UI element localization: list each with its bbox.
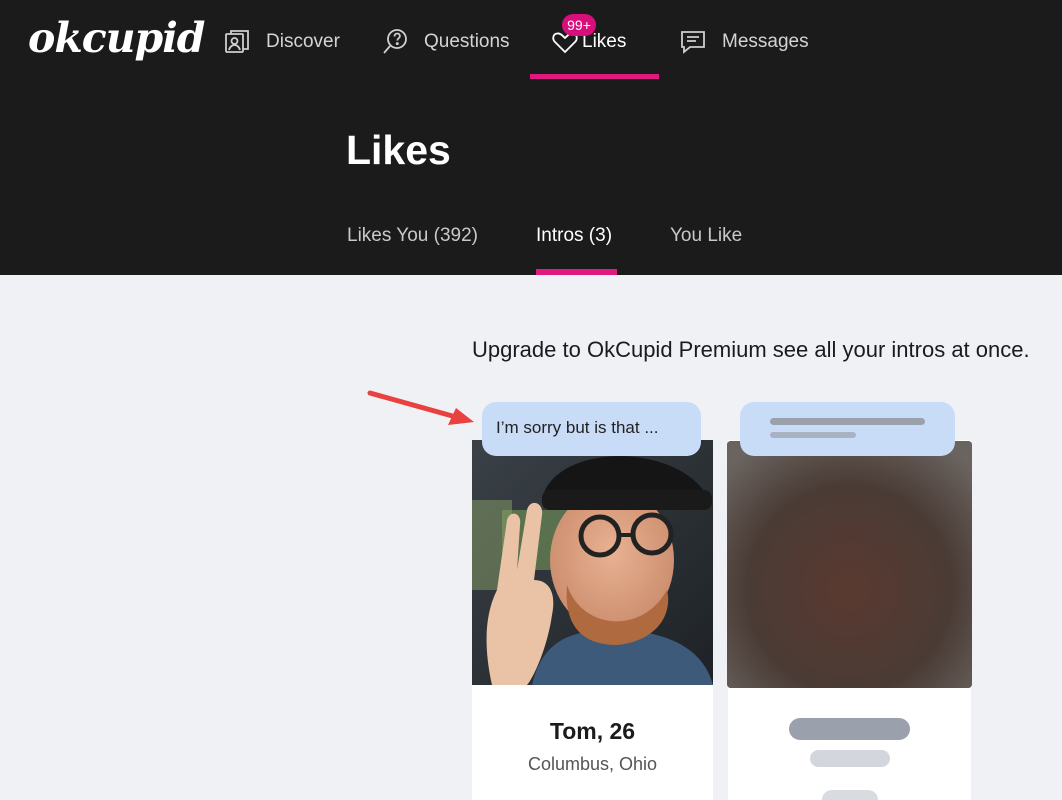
- intro-message-bubble[interactable]: I’m sorry but is that ...: [482, 402, 701, 456]
- tab-you-like[interactable]: You Like: [670, 225, 742, 247]
- page-title: Likes: [346, 127, 451, 173]
- question-bubble-icon: [380, 27, 410, 57]
- upgrade-message: Upgrade to OkCupid Premium see all your …: [472, 337, 1030, 362]
- okcupid-logo[interactable]: okcupid: [28, 14, 205, 62]
- message-bubble-icon: [678, 27, 708, 57]
- placeholder-line: [770, 432, 856, 438]
- blurred-profile-photo[interactable]: [727, 441, 972, 688]
- action-placeholder: [822, 790, 878, 800]
- nav-questions-label: Questions: [424, 31, 510, 52]
- tab-active-indicator: [536, 269, 617, 275]
- profile-photo[interactable]: [472, 440, 713, 685]
- nav-discover[interactable]: Discover: [222, 22, 340, 62]
- placeholder-line: [770, 418, 925, 425]
- annotation-arrow-icon: [367, 390, 474, 425]
- name-placeholder: [789, 718, 910, 740]
- nav-discover-label: Discover: [266, 31, 340, 52]
- profile-location: Columbus, Ohio: [527, 754, 658, 774]
- tab-intros[interactable]: Intros (3): [536, 225, 612, 247]
- profile-name-age: Tom, 26: [549, 718, 636, 744]
- locked-message-bubble[interactable]: [740, 402, 955, 456]
- nav-questions[interactable]: Questions: [380, 22, 510, 62]
- likes-count-badge: 99+: [562, 14, 596, 36]
- nav-messages[interactable]: Messages: [678, 22, 809, 62]
- nav-active-indicator: [530, 74, 659, 79]
- discover-photos-icon: [222, 27, 252, 57]
- tab-likes-you[interactable]: Likes You (392): [347, 225, 478, 247]
- location-placeholder: [810, 750, 890, 767]
- nav-messages-label: Messages: [722, 31, 809, 52]
